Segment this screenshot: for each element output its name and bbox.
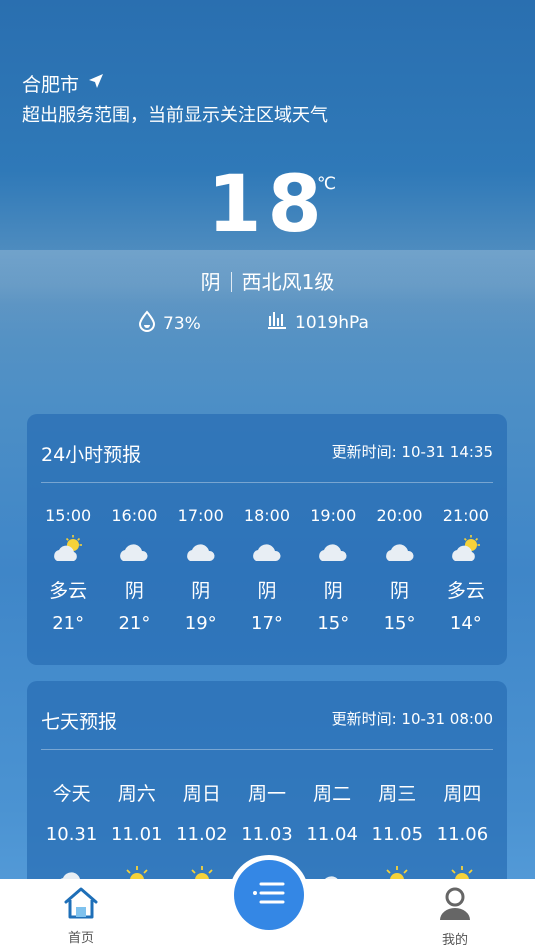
hour-time: 18:00 xyxy=(243,506,291,525)
cloud-icon xyxy=(366,530,432,570)
temperature-value: 18 xyxy=(207,160,328,250)
service-notice: 超出服务范围，当前显示关注区域天气 xyxy=(22,105,328,126)
partly-cloudy-icon xyxy=(433,530,499,570)
hour-time: 20:00 xyxy=(376,506,423,525)
day-date: 11.06 xyxy=(436,824,489,845)
daily-item: 周六 11.01 xyxy=(104,779,169,893)
pressure-icon xyxy=(266,310,288,335)
hour-desc: 多云 xyxy=(446,580,485,602)
menu-fab-inner xyxy=(234,860,304,930)
hourly-item: 19:00 阴 15° xyxy=(300,506,366,634)
daily-item: 周三 11.05 xyxy=(365,779,430,893)
cloud-icon xyxy=(168,530,234,570)
home-icon xyxy=(62,887,100,925)
temperature-unit: ℃ xyxy=(317,174,337,194)
nav-home-label: 首页 xyxy=(67,931,94,946)
cloud-icon xyxy=(101,530,167,570)
humidity-icon xyxy=(137,310,157,337)
hour-desc: 多云 xyxy=(49,580,88,602)
hourly-list[interactable]: 15:00 多云 21° 16:00 阴 21° 17:00 阴 19° 18:… xyxy=(35,506,499,634)
pressure: 1019hPa xyxy=(266,310,369,335)
hour-temp: 17° xyxy=(251,613,283,634)
weekly-header: 七天预报 更新时间: 10-31 08:00 xyxy=(41,681,493,750)
humidity-value: 73% xyxy=(163,313,201,334)
day-name: 周一 xyxy=(247,783,286,805)
day-date: 10.31 xyxy=(45,824,98,845)
nav-mine[interactable]: 我的 xyxy=(425,885,485,948)
hourly-item: 17:00 阴 19° xyxy=(168,506,234,634)
weekly-title: 七天预报 xyxy=(41,711,118,733)
weekly-updated: 更新时间: 10-31 08:00 xyxy=(331,710,493,728)
day-name: 周三 xyxy=(378,783,417,805)
nav-home[interactable]: 首页 xyxy=(51,885,111,946)
hourly-item: 20:00 阴 15° xyxy=(366,506,432,634)
hour-time: 21:00 xyxy=(442,506,489,525)
hour-temp: 15° xyxy=(383,613,416,634)
day-date: 11.04 xyxy=(306,824,358,845)
nav-mine-label: 我的 xyxy=(441,933,468,948)
wind-text: 西北风1级 xyxy=(241,270,335,294)
user-icon xyxy=(436,887,474,927)
day-date: 11.02 xyxy=(176,824,228,845)
day-name: 周四 xyxy=(443,783,482,805)
hourly-header: 24小时预报 更新时间: 10-31 14:35 xyxy=(41,414,493,483)
hour-desc: 阴 xyxy=(191,580,211,602)
hour-desc: 阴 xyxy=(124,580,144,602)
hour-time: 16:00 xyxy=(111,506,158,525)
cloud-icon xyxy=(300,530,366,570)
hourly-item: 15:00 多云 21° xyxy=(35,506,101,634)
list-menu-icon xyxy=(251,879,287,911)
hour-time: 15:00 xyxy=(45,506,92,525)
hour-time: 19:00 xyxy=(310,506,357,525)
menu-fab-button[interactable] xyxy=(229,855,309,935)
day-name: 周六 xyxy=(117,783,156,805)
weather-text: 阴 xyxy=(200,270,221,294)
humidity: 73% xyxy=(137,310,201,337)
hourly-item: 16:00 阴 21° xyxy=(101,506,167,634)
day-date: 11.05 xyxy=(371,824,424,845)
hourly-item: 18:00 阴 17° xyxy=(234,506,300,634)
hour-temp: 19° xyxy=(184,613,217,634)
daily-item: 周日 11.02 xyxy=(169,779,234,893)
daily-item: 周四 11.06 xyxy=(430,779,495,893)
hourly-item: 21:00 多云 14° xyxy=(433,506,499,634)
current-temperature: 18 ℃ xyxy=(0,160,535,250)
current-condition: 阴西北风1级 xyxy=(0,266,535,295)
hour-temp: 14° xyxy=(449,613,482,634)
location[interactable]: 合肥市 xyxy=(22,70,105,97)
city-name: 合肥市 xyxy=(22,74,80,96)
hourly-title: 24小时预报 xyxy=(41,444,142,466)
daily-item: 周二 11.04 xyxy=(300,779,365,893)
hourly-forecast-card: 24小时预报 更新时间: 10-31 14:35 15:00 多云 21° 16… xyxy=(27,414,507,665)
hour-temp: 21° xyxy=(52,613,85,634)
hour-desc: 阴 xyxy=(323,580,343,602)
day-name: 今天 xyxy=(52,783,91,805)
divider xyxy=(230,272,232,292)
location-arrow-icon xyxy=(87,72,105,95)
day-date: 11.01 xyxy=(110,824,163,845)
hour-desc: 阴 xyxy=(257,580,277,602)
hour-temp: 15° xyxy=(317,613,350,634)
hour-temp: 21° xyxy=(118,613,151,634)
day-date: 11.03 xyxy=(241,824,293,845)
day-name: 周二 xyxy=(313,783,352,805)
cloud-icon xyxy=(234,530,300,570)
hour-time: 17:00 xyxy=(177,506,224,525)
hour-desc: 阴 xyxy=(390,580,410,602)
hourly-updated: 更新时间: 10-31 14:35 xyxy=(331,443,493,461)
partly-cloudy-icon xyxy=(35,530,101,570)
pressure-value: 1019hPa xyxy=(295,312,369,333)
daily-item: 今天 10.31 xyxy=(39,779,104,893)
day-name: 周日 xyxy=(182,783,221,805)
